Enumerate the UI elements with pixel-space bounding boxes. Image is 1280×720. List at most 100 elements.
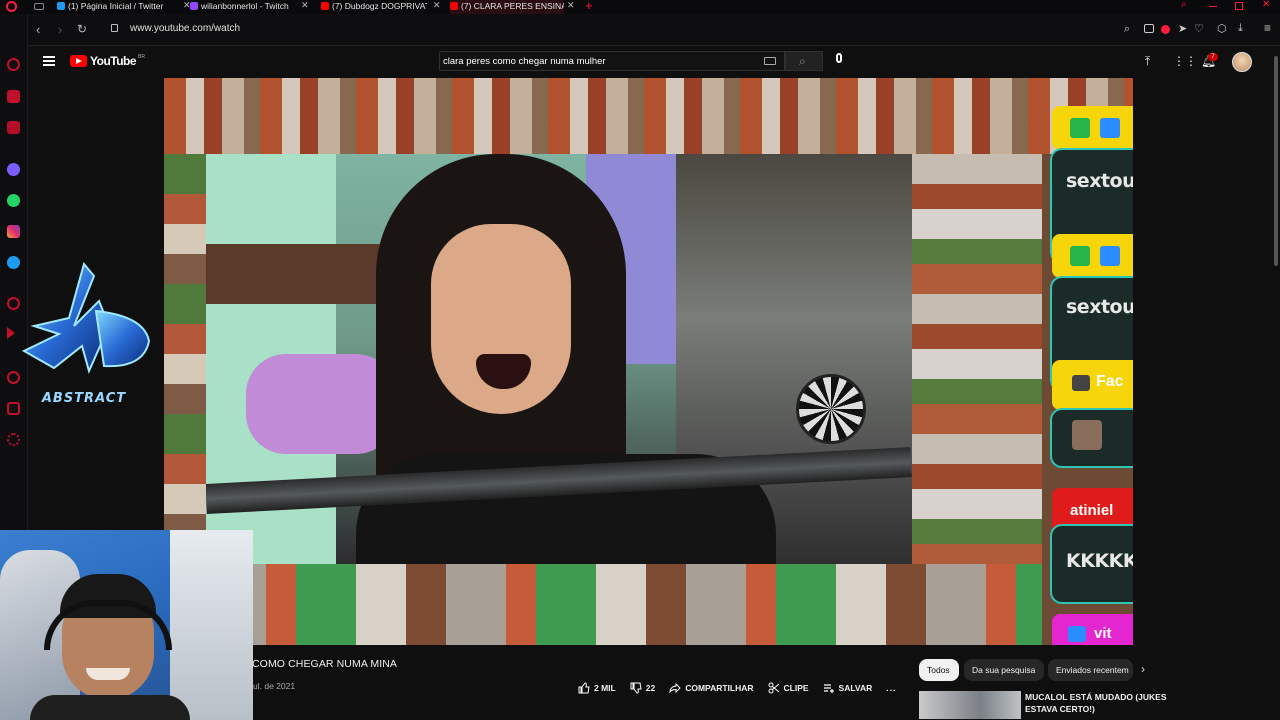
- search-box[interactable]: [439, 51, 785, 71]
- tab-label: (1) Página Inicial / Twitter: [68, 1, 164, 11]
- speed-dial-icon[interactable]: [7, 58, 20, 71]
- thumbs-up-icon: [578, 682, 590, 694]
- close-window-icon[interactable]: ✕: [1262, 0, 1270, 10]
- new-tab-button[interactable]: +: [585, 0, 593, 13]
- dartboard: [796, 374, 866, 444]
- video-actions: 2 MIL 22 COMPARTILHAR CLIPE SALVAR ...: [578, 681, 910, 695]
- streamer-webcam: [0, 530, 253, 720]
- recommended-video[interactable]: MUCALOL ESTÁ MUDADO (JUKES ESTAVA CERTO!…: [919, 689, 1279, 720]
- clip-button[interactable]: CLIPE: [768, 682, 809, 694]
- keyboard-icon[interactable]: [764, 57, 776, 65]
- like-button[interactable]: 2 MIL: [578, 682, 616, 694]
- streamer-shirt: [30, 695, 190, 720]
- filter-chip-all[interactable]: Todos: [919, 659, 959, 681]
- more-actions-icon: ...: [886, 683, 897, 693]
- inner-video-frame: [206, 154, 912, 564]
- notification-badge: 7: [1208, 53, 1218, 61]
- country-code: BR: [138, 54, 145, 60]
- chat-username: vit: [1094, 625, 1112, 642]
- share-icon: [669, 682, 681, 694]
- close-icon[interactable]: ✕: [567, 0, 575, 11]
- tab-label: (7) Dubdogz DOGPRIVATE: [332, 1, 427, 11]
- face-emote-icon: [1072, 375, 1090, 391]
- search-tabs-icon[interactable]: ⌕: [1181, 0, 1187, 10]
- upload-date: ul. de 2021: [253, 681, 296, 691]
- youtube-favicon-icon: [450, 2, 458, 10]
- download-icon[interactable]: ⤓: [1238, 22, 1243, 35]
- sword-icon: [1070, 246, 1090, 266]
- chat-badge: [1052, 106, 1133, 150]
- youtube-wordmark: YouTube: [90, 54, 137, 68]
- tab-twitter[interactable]: (1) Página Inicial / Twitter: [57, 0, 177, 14]
- youtube-favicon-icon: [321, 2, 329, 10]
- abstract-logo-text: ABSTRACT: [41, 391, 126, 406]
- cube-icon[interactable]: ⬡: [1217, 22, 1227, 35]
- heart-icon[interactable]: ♡: [1194, 22, 1204, 35]
- minimize-icon[interactable]: [1209, 6, 1217, 7]
- browser-tab-strip: (1) Página Inicial / Twitter ✕ wilianbon…: [0, 0, 1280, 14]
- tab-clara-peres[interactable]: (7) CLARA PERES ENSINA C: [450, 0, 564, 14]
- lock-icon: [111, 24, 118, 32]
- scissors-icon: [768, 682, 779, 694]
- recommended-video-title[interactable]: MUCALOL ESTÁ MUDADO (JUKES ESTAVA CERTO!…: [1025, 691, 1195, 715]
- youtube-logo[interactable]: YouTube BR: [70, 54, 145, 68]
- search-input[interactable]: [443, 54, 743, 68]
- emote-icon: [1072, 420, 1102, 450]
- tab-label: (7) CLARA PERES ENSINA C: [461, 1, 564, 11]
- record-icon[interactable]: [1161, 25, 1170, 34]
- whatsapp-icon[interactable]: [7, 194, 20, 207]
- close-icon[interactable]: ✕: [433, 0, 441, 11]
- save-button[interactable]: SALVAR: [823, 682, 872, 694]
- search-button[interactable]: ⌕: [785, 51, 823, 71]
- search-icon: ⌕: [799, 54, 806, 68]
- filter-chip-from-search[interactable]: Da sua pesquisa: [964, 659, 1044, 681]
- messenger-icon[interactable]: [7, 163, 20, 176]
- dislike-button[interactable]: 22: [630, 682, 655, 694]
- url-field[interactable]: www.youtube.com/watch: [130, 23, 240, 34]
- reload-icon[interactable]: ↻: [77, 22, 87, 36]
- chat-overlay: sextou sextou Fac atiniel KKKKK vit: [1040, 78, 1133, 645]
- chevron-right-icon[interactable]: ›: [1141, 662, 1145, 676]
- more-actions-button[interactable]: ...: [886, 683, 896, 693]
- camera-icon[interactable]: [1144, 24, 1154, 33]
- chat-text: sextou: [1066, 170, 1133, 192]
- youtube-play-icon: [70, 55, 87, 67]
- video-thumbnail[interactable]: [919, 691, 1021, 719]
- microphone-icon[interactable]: [836, 53, 842, 63]
- avatar[interactable]: [1232, 52, 1252, 72]
- send-icon[interactable]: ➤: [1178, 22, 1187, 35]
- opera-menu-icon[interactable]: [6, 1, 17, 12]
- forward-icon[interactable]: ›: [58, 22, 62, 37]
- tab-dubdogz[interactable]: (7) Dubdogz DOGPRIVATE: [321, 0, 427, 14]
- crown-icon: [1100, 118, 1120, 138]
- menu-icon[interactable]: ≡: [1264, 21, 1271, 35]
- share-button[interactable]: COMPARTILHAR: [669, 682, 754, 694]
- close-icon[interactable]: ✕: [301, 0, 309, 11]
- hamburger-menu-icon[interactable]: [43, 56, 55, 66]
- settings-icon[interactable]: [7, 433, 20, 446]
- tab-label: wilianbonnerlol - Twitch: [201, 1, 289, 11]
- instagram-icon[interactable]: [7, 225, 20, 238]
- search-icon[interactable]: ⌕: [1124, 23, 1130, 36]
- scrollbar[interactable]: [1272, 46, 1280, 720]
- back-icon[interactable]: ‹: [36, 22, 40, 37]
- shopping-icon[interactable]: [7, 90, 20, 103]
- scrollbar-thumb[interactable]: [1274, 56, 1278, 266]
- maximize-icon[interactable]: [1235, 2, 1243, 10]
- twitch-icon[interactable]: [7, 121, 20, 134]
- crown-icon: [1100, 246, 1120, 266]
- gaming-chair: [170, 530, 253, 720]
- upload-icon[interactable]: ⤒: [1145, 54, 1150, 69]
- tab-switcher-icon[interactable]: [34, 3, 44, 10]
- crown-icon: [1068, 626, 1086, 642]
- playlist-add-icon: [823, 684, 834, 693]
- blanket: [246, 354, 396, 454]
- filter-chip-recent-uploads[interactable]: Enviados recentem: [1048, 659, 1133, 681]
- tab-twitch[interactable]: wilianbonnerlol - Twitch: [190, 0, 296, 14]
- clip-label: CLIPE: [783, 683, 809, 693]
- video-player[interactable]: sextou sextou Fac atiniel KKKKK vit: [164, 78, 1133, 645]
- like-count: 2 MIL: [594, 683, 616, 693]
- chat-message: [1050, 408, 1133, 468]
- youtube-header: YouTube BR ⌕ ⤒ ⋮⋮ 🔔︎ 7: [28, 46, 1272, 78]
- apps-grid-icon[interactable]: ⋮⋮: [1173, 54, 1197, 68]
